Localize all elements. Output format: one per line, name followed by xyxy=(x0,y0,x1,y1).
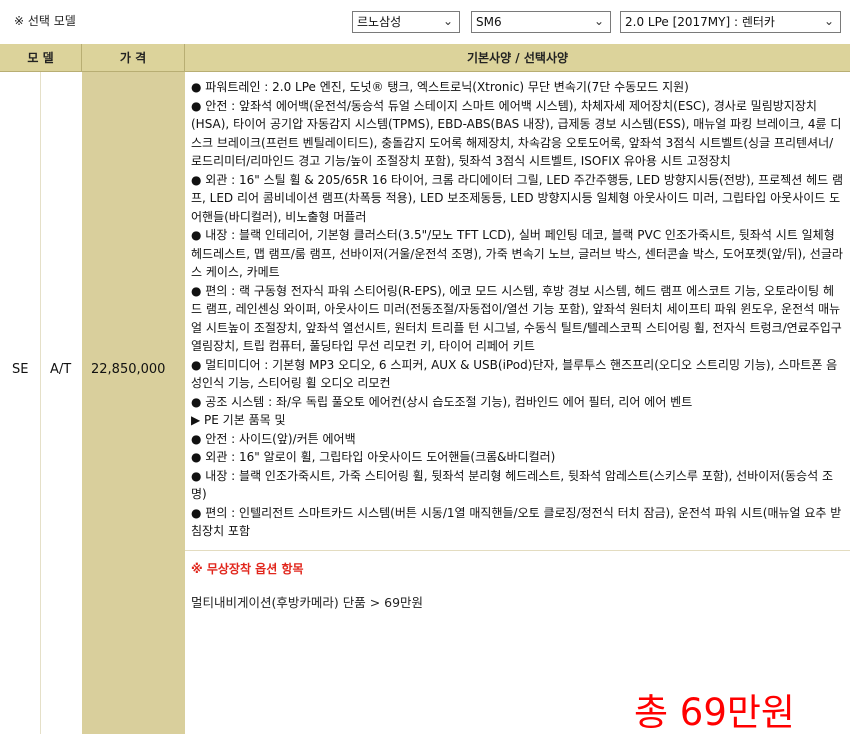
spec-line: ● 파워트레인 : 2.0 LPe 엔진, 도넛® 탱크, 엑스트로닉(Xtro… xyxy=(191,80,689,94)
spec-divider xyxy=(185,550,850,551)
trim-select-value: 2.0 LPe [2017MY] : 렌터카 xyxy=(625,15,775,29)
model-selector-bar: ※ 선택 모델 르노삼성 ⌄ SM6 ⌄ 2.0 LPe [2017MY] : … xyxy=(0,0,850,42)
spec-line: ● 외관 : 16" 스틸 휠 & 205/65R 16 타이어, 크롬 라디에… xyxy=(191,172,844,224)
spec-line: ● 편의 : 랙 구동형 전자식 파워 스티어링(R-EPS), 에코 모드 시… xyxy=(191,283,842,354)
spec-line: ● 내장 : 블랙 인조가죽시트, 가죽 스티어링 휠, 뒷좌석 분리형 헤드레… xyxy=(191,468,833,502)
spec-list: ● 파워트레인 : 2.0 LPe 엔진, 도넛® 탱크, 엑스트로닉(Xtro… xyxy=(191,78,844,541)
spec-line: ● 멀티미디어 : 기본형 MP3 오디오, 6 스피커, AUX & USB(… xyxy=(191,357,838,391)
spec-column: ● 파워트레인 : 2.0 LPe 엔진, 도넛® 탱크, 엑스트로닉(Xtro… xyxy=(185,72,850,734)
select-model-label: ※ 선택 모델 xyxy=(14,14,76,28)
trim-select[interactable]: 2.0 LPe [2017MY] : 렌터카 ⌄ xyxy=(620,11,841,33)
price-column: 22,850,000 xyxy=(82,72,186,734)
table-header: 모 델 가 격 기본사양 / 선택사양 xyxy=(0,44,850,72)
chevron-down-icon: ⌄ xyxy=(823,14,834,28)
spec-line: ● 공조 시스템 : 좌/우 독립 풀오토 에어컨(상시 습도조절 기능), 컴… xyxy=(191,394,693,409)
manufacturer-select-value: 르노삼성 xyxy=(357,15,402,29)
model-column-divider xyxy=(40,72,41,734)
header-model: 모 델 xyxy=(0,44,82,72)
spec-line: ▶ PE 기본 품목 및 xyxy=(191,413,286,427)
free-option-item: 멀티내비게이션(후방카메라) 단품 > 69만원 xyxy=(191,595,424,610)
spec-line: ● 편의 : 인텔리전트 스마트카드 시스템(버튼 시동/1열 매직핸들/오토 … xyxy=(191,505,842,539)
spec-line: ● 외관 : 16" 알로이 휠, 그립타입 아웃사이드 도어핸들(크롬&바디컬… xyxy=(191,450,556,464)
trim-cell: SE xyxy=(12,362,29,377)
chevron-down-icon: ⌄ xyxy=(593,14,604,28)
header-spec: 기본사양 / 선택사양 xyxy=(185,44,850,72)
car-model-select[interactable]: SM6 ⌄ xyxy=(471,11,611,33)
total-amount: 총 69만원 xyxy=(634,691,795,734)
spec-line: ● 내장 : 블랙 인테리어, 기본형 클러스터(3.5"/모노 TFT LCD… xyxy=(191,228,843,279)
price-cell: 22,850,000 xyxy=(91,362,166,377)
header-price: 가 격 xyxy=(82,44,185,72)
chevron-down-icon: ⌄ xyxy=(442,14,453,28)
model-column: SE A/T xyxy=(0,72,83,734)
free-options-title: ※ 무상장착 옵션 항목 xyxy=(191,562,304,576)
table-row: SE A/T 22,850,000 ● 파워트레인 : 2.0 LPe 엔진, … xyxy=(0,72,850,734)
spec-line: ● 안전 : 앞좌석 에어백(운전석/동승석 듀얼 스테이지 스마트 에어백 시… xyxy=(191,98,842,169)
spec-line: ● 안전 : 사이드(앞)/커튼 에어백 xyxy=(191,431,356,446)
car-model-select-value: SM6 xyxy=(476,15,502,29)
transmission-cell: A/T xyxy=(50,362,72,377)
manufacturer-select[interactable]: 르노삼성 ⌄ xyxy=(352,11,460,33)
